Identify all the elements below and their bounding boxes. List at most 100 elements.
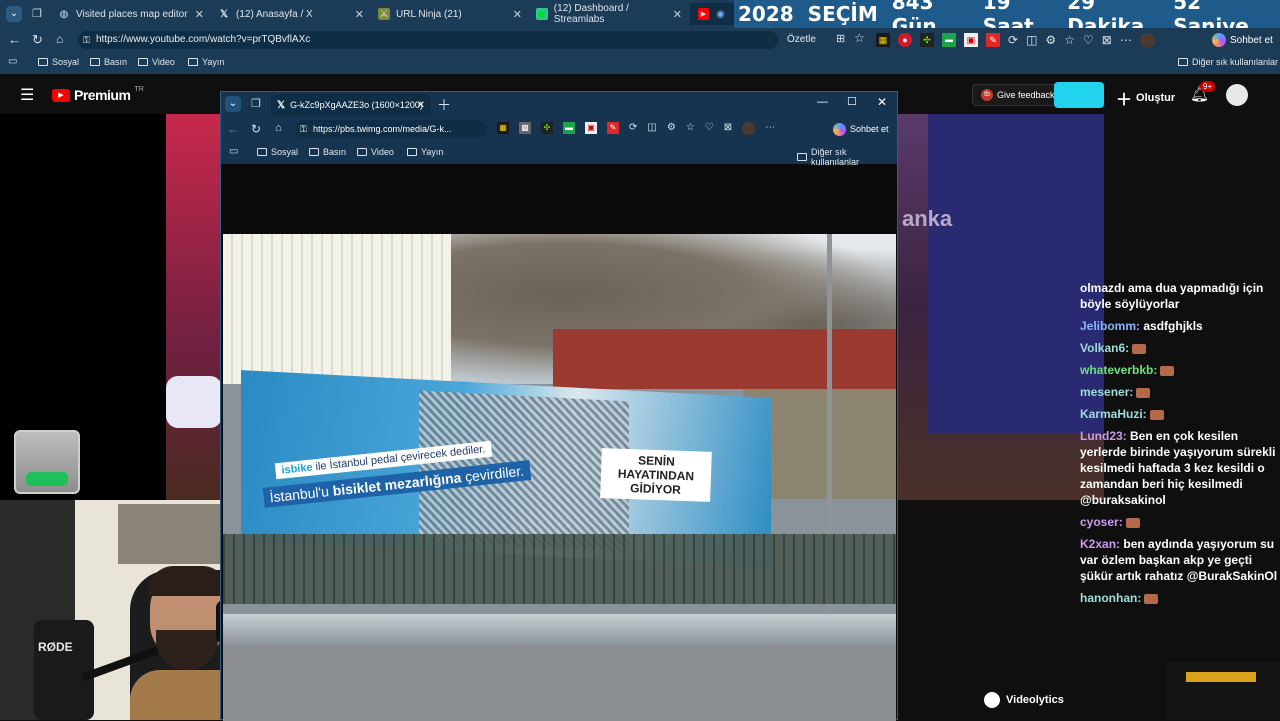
profile-avatar[interactable] [742,122,756,135]
home-icon[interactable]: ⌂ [275,122,282,134]
create-button[interactable]: ＋ Oluştur [1116,86,1175,110]
other-bookmarks-folder[interactable]: Diğer sık kullanılanlar [797,147,897,167]
collections-icon[interactable]: ☆ [686,122,695,135]
reading-view-icon[interactable]: ⊞ [836,32,845,45]
folder-icon [357,148,367,156]
back-icon[interactable]: ← [227,122,239,136]
split-screen-icon[interactable]: ◫ [647,122,656,135]
refresh-icon[interactable]: ↻ [251,122,261,136]
chat-username: KarmaHuzi: [1080,407,1147,421]
extension-icon[interactable]: ✣ [920,33,934,47]
extension-icon[interactable]: ▦ [497,122,509,134]
profile-avatar[interactable] [1139,33,1155,48]
extension-icon[interactable]: ✣ [541,122,553,134]
tab-search-icon[interactable]: ▭ [8,56,17,67]
copilot-chat-button[interactable]: Sohbet et [1212,31,1273,49]
favorite-star-icon[interactable]: ☆ [854,31,865,45]
settings-gear-icon[interactable]: ⚙ [667,122,676,135]
copilot-icon [833,122,846,136]
bookmark-folder[interactable]: Video [357,147,394,157]
extension-icon[interactable]: ✎ [986,33,1000,47]
extension-icon[interactable]: ▦ [876,33,890,47]
chat-message: Volkan6: [1080,340,1280,356]
tab-actions-chevron-icon[interactable]: ⌄ [6,6,22,22]
workspaces-icon[interactable]: ❐ [251,97,261,110]
popup-tab-active[interactable]: 𝕏 G-kZc9pXgAAZE3o (1600×1200) ✕ [271,94,431,116]
lock-icon: ⚿ [300,124,307,134]
tab-search-icon[interactable]: ▭ [229,146,238,157]
popup-url-text: https://pbs.twimg.com/media/G-k... [313,124,452,134]
back-icon[interactable]: ← [8,32,21,47]
settings-gear-icon[interactable]: ⚙ [1045,33,1056,48]
give-feedback-button[interactable]: tb Give feedback [972,84,1064,106]
maximize-icon[interactable]: ☐ [847,95,857,108]
youtube-logo[interactable]: ▶ Premium TR [52,86,144,103]
summarize-button[interactable]: Özetle [787,34,816,45]
screenshot-icon[interactable]: ⊠ [724,122,732,135]
tab-x-home[interactable]: 𝕏 (12) Anasayfa / X ✕ [210,3,370,25]
close-icon[interactable]: ✕ [673,8,682,21]
videolytics-label: Videolytics [1006,694,1064,706]
videolytics-button[interactable]: Videolytics [984,692,1064,708]
extension-icon[interactable]: ▬ [563,122,575,134]
more-menu-icon[interactable]: ⋯ [765,122,775,135]
extension-icon[interactable]: ▩ [519,122,531,134]
bookmark-folder[interactable]: Sosyal [257,147,298,157]
extension-icon[interactable]: ● [898,33,912,47]
close-icon[interactable]: ✕ [417,100,425,111]
account-avatar[interactable] [1226,84,1248,106]
chat-message: K2xan: ben aydında yaşıyorum su var özle… [1080,536,1280,584]
tab-youtube-active[interactable]: ▶ ◉ [690,3,734,25]
bookmark-folder[interactable]: Video [138,57,175,67]
billboard-line2c: çevirdiler. [464,462,525,485]
more-menu-icon[interactable]: ⋯ [1120,33,1132,48]
extensions-puzzle-icon[interactable]: ⟳ [629,122,637,135]
close-icon[interactable]: ✕ [355,8,364,21]
other-bookmarks-folder[interactable]: Diğer sık kullanılanlar [1178,57,1278,67]
chat-username: Lund23: [1080,429,1127,443]
popup-url-field[interactable]: ⚿ https://pbs.twimg.com/media/G-k... [295,120,487,138]
new-tab-icon[interactable]: ＋ [437,95,451,115]
split-screen-icon[interactable]: ◫ [1026,33,1037,48]
workspaces-icon[interactable]: ❐ [32,7,42,20]
bookmark-folder[interactable]: Basın [309,147,346,157]
close-icon[interactable]: ✕ [513,8,522,21]
url-field[interactable]: ⚿ https://www.youtube.com/watch?v=prTQBv… [78,31,778,49]
bookmark-folder[interactable]: Yayın [188,57,224,67]
emote-icon [1136,387,1151,398]
copilot-chat-button[interactable]: Sohbet et [833,120,889,138]
bookmark-folder[interactable]: Basın [90,57,127,67]
extensions-row: ▦ ● ✣ ▬ ▣ ✎ ⟳ ◫ ⚙ ☆ ♡ ⊠ ⋯ [876,33,1155,48]
bookmark-label: Yayın [421,147,444,157]
fence [223,534,896,604]
collections-icon[interactable]: ☆ [1064,33,1075,48]
tab-streamlabs[interactable]: ▣ (12) Dashboard / Streamlabs ✕ [528,3,688,25]
video-bottom-area: Videolytics [898,640,1280,720]
bookmark-folder[interactable]: Sosyal [38,57,79,67]
extension-toggle-button[interactable] [1054,82,1104,108]
popup-address-toolbar: ← ↻ ⌂ ⚿ https://pbs.twimg.com/media/G-k.… [221,116,897,142]
tab-url-ninja[interactable]: ⚔ URL Ninja (21) ✕ [370,3,528,25]
minimize-icon[interactable]: — [817,96,828,108]
home-icon[interactable]: ⌂ [56,32,63,46]
election-countdown-overlay: 2028 SEÇİM 843 Gün 19 Saat 29 Dakika 52 … [734,0,1280,38]
extension-icon[interactable]: ▬ [942,33,956,47]
emote-icon [1125,517,1140,528]
hamburger-menu-icon[interactable]: ☰ [20,85,34,105]
extension-icon[interactable]: ▣ [585,122,597,134]
microphone-brand: RØDE [38,640,73,654]
extensions-puzzle-icon[interactable]: ⟳ [1008,33,1018,48]
screenshot-icon[interactable]: ⊠ [1102,33,1112,48]
tab-visited-places[interactable]: ◍ Visited places map editor ✕ [50,3,210,25]
extension-icon[interactable]: ✎ [607,122,619,134]
extension-icon[interactable]: ▣ [964,33,978,47]
close-icon[interactable]: ✕ [195,8,204,21]
browser-essentials-icon[interactable]: ♡ [1083,33,1094,48]
tab-title: (12) Anasayfa / X [236,8,313,20]
refresh-icon[interactable]: ↻ [32,32,43,48]
tab-actions-chevron-icon[interactable]: ⌄ [225,96,241,112]
close-window-icon[interactable]: ✕ [877,95,887,109]
browser-essentials-icon[interactable]: ♡ [705,122,714,135]
bookmark-folder[interactable]: Yayın [407,147,443,157]
chat-username: whateverbkb: [1080,363,1158,377]
